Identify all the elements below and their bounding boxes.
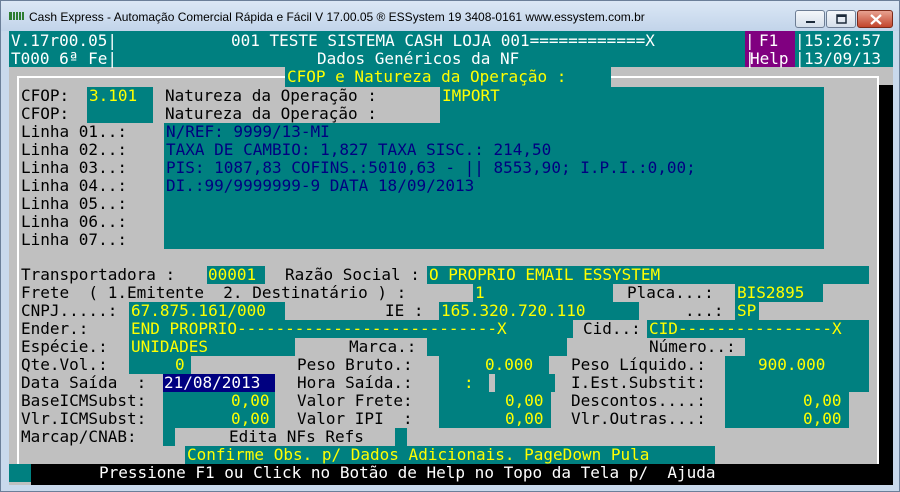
linha-value: DI.:99/9999999-9 DATA 18/09/2013 [166,176,475,195]
current-date: 13/09/13 [804,49,882,68]
linha-value: TAXA DE CAMBIO: 1,827 TAXA SISC.: 214,50 [166,140,552,159]
linha-label: Linha 06..: [21,212,127,231]
maximize-button[interactable] [826,10,856,28]
linha-value: PIS: 1087,83 COFINS.:5010,63 - || 8553,9… [166,158,696,177]
numero-label: Número..: [649,337,736,356]
vlr-icms-value: 0,00 [231,409,270,428]
clock-time: 15:26:57 [804,31,882,50]
data-saida-value: 21/08/2013 [164,373,261,392]
descontos-label: Descontos....: [571,391,706,410]
marcap-cnab-field[interactable] [163,428,175,446]
natureza-label-2: Natureza da Operação : [165,104,377,123]
natureza-field-2[interactable] [440,105,824,123]
especie-value: UNIDADES [131,337,209,356]
linha-value: N/REF: 9999/13-MI [166,122,330,141]
ender-label: Ender.: [21,319,89,338]
system-line: 001 TESTE SISTEMA CASH LOJA 001=========… [231,31,655,50]
hora-saida-label: Hora Saída.: [297,373,413,392]
transportadora-label: Transportadora : [21,265,176,284]
ie-label: IE : [385,301,424,320]
application-window: Cash Express - Automação Comercial Rápid… [0,0,900,492]
placa-value: BIS2895 [737,283,805,302]
data-saida-label: Data Saída : [21,373,147,392]
frame-shadow-right [879,85,893,471]
terminal-screen: V.17r00.05| 001 TESTE SISTEMA CASH LOJA … [9,31,893,485]
cnpj-value: 67.875.161/000 [131,301,266,320]
marca-label: Marca.: [349,337,417,356]
qtevol-value: 0 [175,355,185,374]
cfop-label-2: CFOP: [21,104,70,123]
help-label[interactable]: Help [750,50,789,68]
placa-label: Placa...: [627,283,714,302]
linha-label: Linha 01..: [21,122,127,141]
uf-value: SP [737,301,757,320]
valor-ipi-label: Valor IPI : [297,409,413,428]
natureza-value: IMPORT [442,86,500,105]
transportadora-value: 00001 [208,265,257,284]
confirm-message: Confirme Obs. p/ Dados Adicionais. PageD… [187,445,650,464]
numero-field[interactable] [745,338,869,356]
valor-frete-value: 0,00 [505,391,544,410]
base-icms-label: BaseICMSubst: [21,391,147,410]
hora-saida-field-2[interactable] [495,374,555,392]
razao-social-label: Razão Social : [285,265,420,284]
linha-label: Linha 03..: [21,158,127,177]
natureza-label: Natureza da Operação : [165,86,377,105]
especie-label: Espécie.: [21,337,108,356]
version-label: V.17r00.05| [11,31,117,50]
peso-liquido-label: Peso Líquido.: [571,355,706,374]
maximize-icon [836,14,847,24]
linha-label: Linha 04..: [21,176,127,195]
peso-liquido-value: 900.000 [758,355,826,374]
frete-field[interactable] [473,284,613,302]
peso-bruto-value: 0.000 [485,355,534,374]
minimize-icon [806,21,815,23]
status-indicator [9,464,31,482]
cfop-value: 3.101 [89,86,138,105]
linha-label: Linha 02..: [21,140,127,159]
frete-label: Frete ( 1.Emitente 2. Destinatário ) : [21,283,407,302]
cfop-panel-title: CFOP e Natureza da Operação : [287,67,567,86]
base-icms-value: 0,00 [231,391,270,410]
help-message: Pressione F1 ou Click no Botão de Help n… [99,463,716,482]
f1-label[interactable]: F1 [759,32,778,50]
valor-frete-label: Valor Frete: [297,391,413,410]
cid-value: CID----------------X [649,319,842,338]
marcap-cnab-label: Marcap/CNAB: [21,427,137,446]
close-button[interactable] [857,10,893,28]
vlr-outras-label: Vlr.Outras...: [571,409,706,428]
marca-field[interactable] [427,338,567,356]
hora-saida-value: : [464,373,474,392]
iest-label: I.Est.Substit: [571,373,706,392]
cfop-label: CFOP: [21,86,70,105]
edita-nfs-refs-button[interactable]: Edita NFs Refs [229,428,364,446]
frete-value: 1 [475,283,485,302]
vlr-icms-label: Vlr.ICMSubst: [21,409,147,428]
cash-express-app-icon [9,12,24,20]
razao-social-value: O PROPRIO EMAIL ESSYSTEM [429,265,661,284]
cnpj-label: CNPJ.....: [21,301,118,320]
linha-label: Linha 07..: [21,230,127,249]
ie-value: 165.320.720.110 [441,301,586,320]
screen-title: Dados Genéricos da NF [317,49,520,68]
linha-label: Linha 05..: [21,194,127,213]
minimize-button[interactable] [795,10,825,28]
valor-ipi-value: 0,00 [505,409,544,428]
descontos-value: 0,00 [803,391,842,410]
cid-label: Cid..: [583,319,641,338]
vlr-outras-value: 0,00 [803,409,842,428]
edita-nfs-refs-marker [395,428,407,446]
header-pipe-1: | [745,31,755,50]
qtevol-label: Qte.Vol.: [21,355,108,374]
uf-label: ...: [685,301,724,320]
window-title: Cash Express - Automação Comercial Rápid… [29,10,645,24]
terminal-label: T000 6ª Fe| [11,49,117,68]
peso-bruto-label: Peso Bruto.: [297,355,413,374]
iest-field[interactable] [725,374,869,392]
close-icon [870,14,882,25]
ender-value: END PROPRIO---------------------------X [131,319,507,338]
title-bar: Cash Express - Automação Comercial Rápid… [1,1,899,31]
